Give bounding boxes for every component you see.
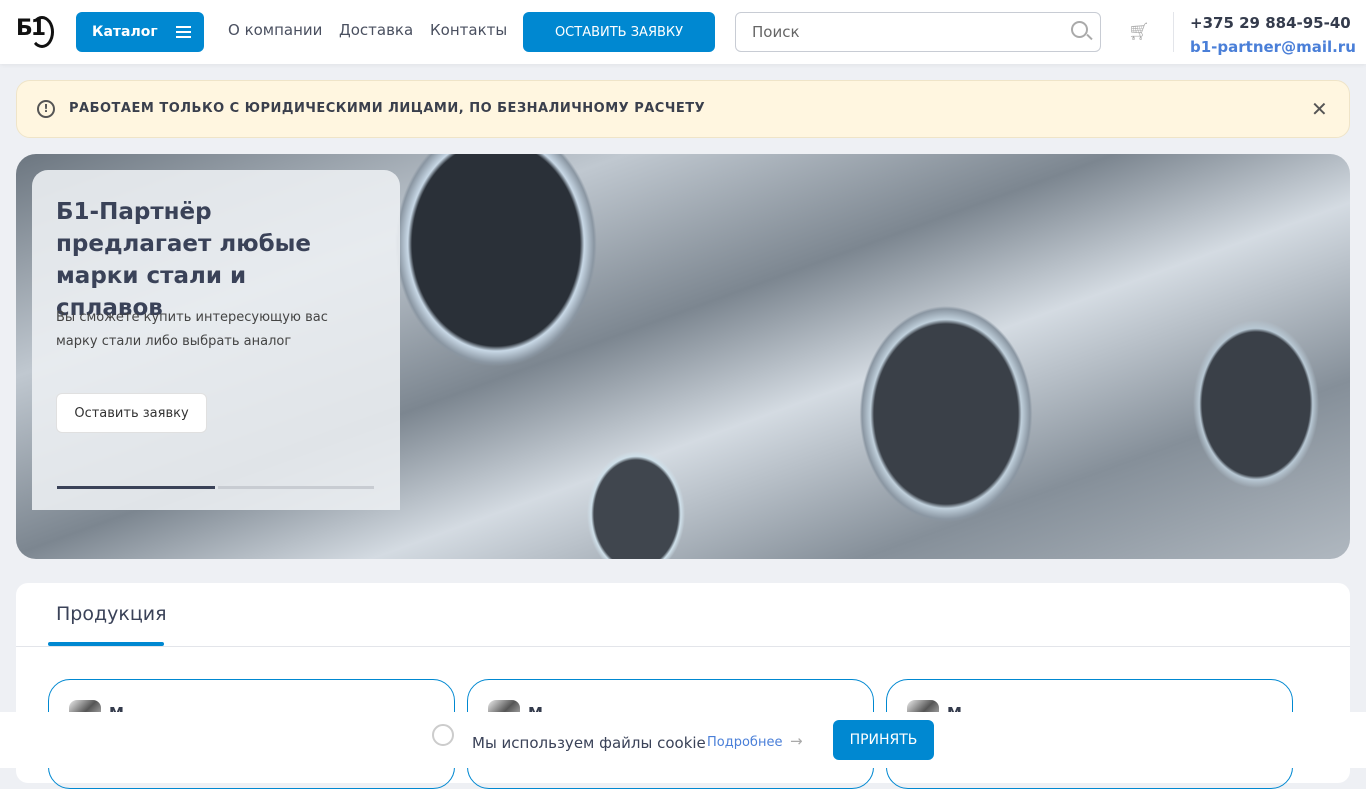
tab-products[interactable]: Продукция [56, 603, 167, 625]
accept-cookie-button[interactable]: ПРИНЯТЬ [833, 720, 934, 760]
hero-text: Вы сможете купить интересующую вас марку… [56, 310, 328, 349]
nav-contacts[interactable]: Контакты [430, 21, 507, 39]
cart-icon[interactable]: 🛒︎ [1128, 22, 1150, 42]
cookie-text: Мы используем файлы cookie [472, 734, 706, 752]
notice-banner: ! РАБОТАЕМ ТОЛЬКО С ЮРИДИЧЕСКИМИ ЛИЦАМИ,… [16, 80, 1350, 138]
nav-delivery[interactable]: Доставка [339, 21, 413, 39]
nav-about[interactable]: О компании [228, 21, 322, 39]
header: Б1 Каталог О компании Доставка Контакты … [0, 0, 1366, 64]
order-button[interactable]: ОСТАВИТЬ ЗАЯВКУ [523, 12, 715, 52]
menu-icon [175, 26, 191, 38]
divider [1173, 12, 1174, 52]
hero-slider: Б1-Партнёр предлагает любые марки стали … [16, 154, 1350, 559]
hero-title: Б1-Партнёр предлагает любые марки стали … [56, 199, 312, 321]
search-input[interactable] [735, 12, 1101, 52]
cookie-icon [432, 724, 454, 746]
phone-link[interactable]: +375 29 884-95-40 [1190, 14, 1351, 32]
close-icon[interactable]: ✕ [1311, 97, 1328, 121]
slide-indicator-active[interactable] [57, 486, 215, 489]
email-link[interactable]: b1-partner@mail.ru [1190, 38, 1356, 56]
hero-order-button[interactable]: Оставить заявку [56, 393, 207, 433]
catalog-label: Каталог [92, 24, 158, 40]
arrow-right-icon: → [790, 732, 803, 750]
catalog-button[interactable]: Каталог [76, 12, 204, 52]
logo[interactable]: Б1 [16, 16, 54, 48]
cookie-more-link[interactable]: Подробнее [707, 735, 782, 750]
search-icon[interactable] [1071, 21, 1088, 38]
divider [16, 646, 1350, 647]
notice-text: РАБОТАЕМ ТОЛЬКО С ЮРИДИЧЕСКИМИ ЛИЦАМИ, П… [69, 101, 706, 116]
hero-panel: Б1-Партнёр предлагает любые марки стали … [32, 170, 400, 510]
slide-indicator[interactable] [218, 486, 374, 489]
alert-icon: ! [37, 100, 55, 118]
logo-ring [30, 16, 54, 48]
cookie-bar: Мы используем файлы cookie Подробнее → П… [0, 712, 1366, 768]
